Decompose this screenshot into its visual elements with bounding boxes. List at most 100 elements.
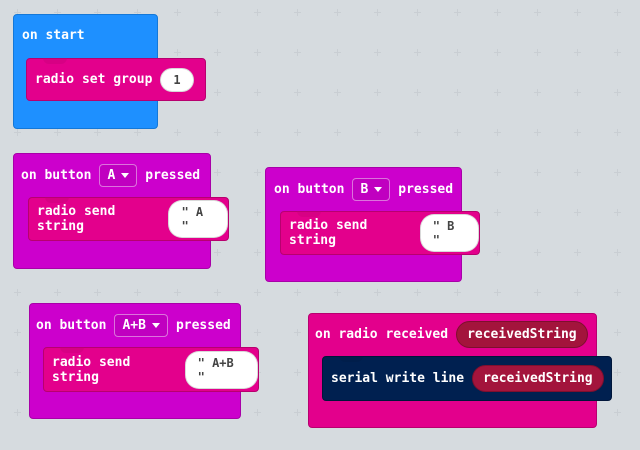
grid-cross-icon [534,129,541,136]
on-start-block[interactable]: on start radio set group 1 [13,14,206,129]
grid-cross-icon [14,409,21,416]
grid-cross-icon [214,169,221,176]
radio-send-string-label: radio send string [289,218,368,248]
grid-cross-icon [254,249,261,256]
grid-cross-icon [494,9,501,16]
caret-down-icon [151,323,160,328]
string-input[interactable]: " A " [168,200,228,238]
grid-cross-icon [254,89,261,96]
grid-cross-icon [534,89,541,96]
grid-cross-icon [374,289,381,296]
grid-cross-icon [614,169,621,176]
grid-cross-icon [454,129,461,136]
button-ab-value: A+B [122,318,146,333]
grid-cross-icon [94,129,101,136]
grid-cross-icon [374,129,381,136]
grid-cross-icon [494,129,501,136]
serial-write-line-block[interactable]: serial write line receivedString [322,356,612,401]
grid-cross-icon [574,129,581,136]
string-input[interactable]: " A+B " [184,350,258,389]
grid-cross-icon [254,169,261,176]
grid-cross-icon [534,249,541,256]
grid-cross-icon [334,49,341,56]
grid-cross-icon [534,209,541,216]
caret-down-icon [121,173,130,178]
grid-cross-icon [574,9,581,16]
button-b-dropdown[interactable]: B [352,178,391,201]
grid-cross-icon [294,49,301,56]
grid-cross-icon [374,9,381,16]
grid-cross-icon [174,9,181,16]
grid-cross-icon [614,129,621,136]
grid-cross-icon [94,289,101,296]
serial-write-line-label: serial write line [331,371,465,386]
grid-cross-icon [614,9,621,16]
grid-cross-icon [334,129,341,136]
on-radio-received-label: on radio received [315,327,449,342]
grid-cross-icon [14,129,21,136]
grid-cross-icon [534,9,541,16]
group-number-input[interactable]: 1 [160,67,194,92]
button-a-value: A [107,168,116,183]
radio-send-string-block[interactable]: radio send string " B " [280,211,480,255]
grid-cross-icon [454,9,461,16]
grid-cross-icon [614,329,621,336]
string-input[interactable]: " B " [419,214,479,252]
grid-cross-icon [174,49,181,56]
on-button-b-block[interactable]: on button B pressed radio send string " … [265,167,480,282]
grid-cross-icon [414,89,421,96]
on-radio-received-block[interactable]: on radio received receivedString serial … [308,313,612,428]
grid-cross-icon [214,249,221,256]
radio-send-string-block[interactable]: radio send string " A+B " [43,347,259,392]
button-a-dropdown[interactable]: A [99,164,138,187]
grid-cross-icon [214,89,221,96]
radio-set-group-block[interactable]: radio set group 1 [26,58,206,101]
grid-cross-icon [614,209,621,216]
grid-cross-icon [134,289,141,296]
grid-cross-icon [534,289,541,296]
on-button-ab-block[interactable]: on button A+B pressed radio send string … [29,303,259,419]
grid-cross-icon [374,89,381,96]
grid-cross-icon [574,169,581,176]
on-button-a-block[interactable]: on button A pressed radio send string " … [13,153,229,269]
grid-cross-icon [294,329,301,336]
grid-cross-icon [254,289,261,296]
grid-cross-icon [494,49,501,56]
on-button-label: on button [274,182,345,197]
grid-cross-icon [574,249,581,256]
grid-cross-icon [574,49,581,56]
grid-cross-icon [254,209,261,216]
grid-cross-icon [214,9,221,16]
grid-cross-icon [574,209,581,216]
button-ab-dropdown[interactable]: A+B [114,314,168,337]
received-string-argument[interactable]: receivedString [472,365,604,392]
on-button-label: on button [21,168,92,183]
pressed-label: pressed [175,318,231,333]
grid-cross-icon [54,129,61,136]
grid-cross-icon [254,409,261,416]
grid-cross-icon [454,289,461,296]
grid-cross-icon [214,129,221,136]
grid-cross-icon [254,9,261,16]
radio-send-string-block[interactable]: radio send string " A " [28,197,229,241]
grid-cross-icon [454,49,461,56]
grid-cross-icon [614,289,621,296]
grid-cross-icon [614,369,621,376]
grid-cross-icon [614,409,621,416]
grid-cross-icon [214,289,221,296]
grid-cross-icon [254,329,261,336]
received-string-variable[interactable]: receivedString [456,321,588,348]
on-start-label: on start [22,28,85,43]
grid-cross-icon [614,249,621,256]
grid-cross-icon [294,369,301,376]
grid-cross-icon [574,89,581,96]
grid-cross-icon [574,289,581,296]
grid-cross-icon [294,289,301,296]
grid-cross-icon [374,49,381,56]
grid-cross-icon [614,89,621,96]
grid-cross-icon [414,49,421,56]
grid-cross-icon [334,289,341,296]
grid-cross-icon [414,9,421,16]
grid-cross-icon [294,9,301,16]
grid-cross-icon [454,89,461,96]
